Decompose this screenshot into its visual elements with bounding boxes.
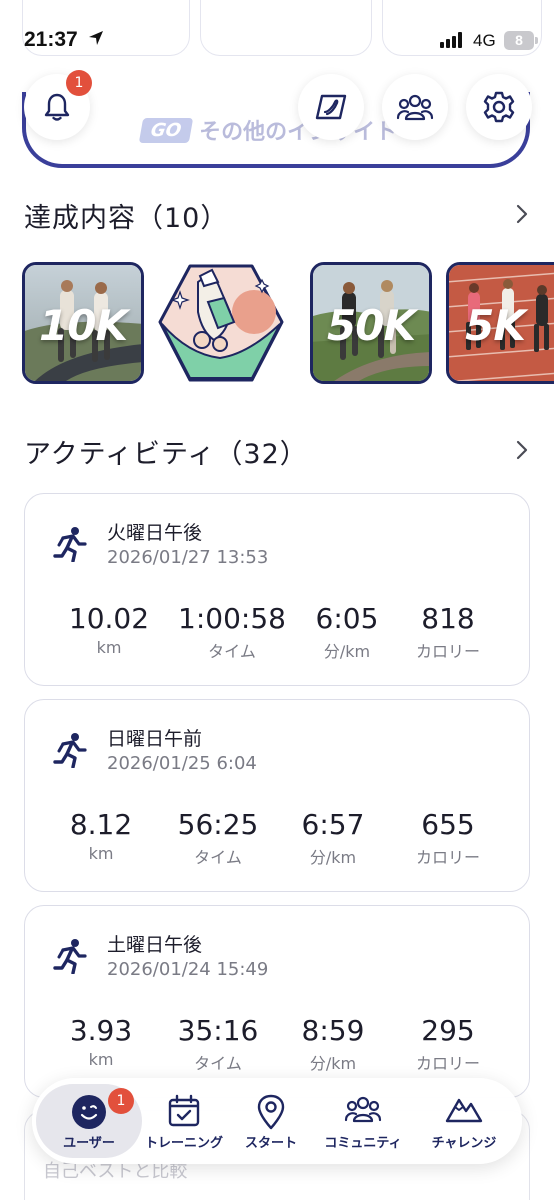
metric-value: 818 xyxy=(421,602,475,635)
metric-unit: 分/km xyxy=(309,848,357,867)
achievement-10k[interactable]: 10K xyxy=(22,262,144,384)
metric-calories: 295 カロリー xyxy=(388,1014,508,1074)
activity-day: 火曜日午後 xyxy=(107,522,203,544)
activity-card[interactable]: 土曜日午後 2026/01/24 15:49 3.93 km 35:16 タイム… xyxy=(24,905,530,1098)
metric-distance: 8.12 km xyxy=(41,808,161,863)
running-icon xyxy=(53,939,87,974)
activity-card[interactable]: 火曜日午後 2026/01/27 13:53 10.02 km 1:00:58 … xyxy=(24,493,530,686)
running-icon xyxy=(53,527,87,562)
user-face-icon xyxy=(72,1095,106,1129)
metric-unit: タイム xyxy=(194,848,242,867)
metric-pace: 8:59 分/km xyxy=(273,1014,393,1074)
battery-tip xyxy=(535,37,538,44)
metric-value: 295 xyxy=(421,1014,475,1047)
notifications-button[interactable]: 1 xyxy=(24,70,92,140)
metric-distance: 3.93 km xyxy=(41,1014,161,1069)
signal-icon xyxy=(440,32,462,48)
tab-label: コミュニティ xyxy=(324,1136,402,1151)
metric-unit: カロリー xyxy=(415,1054,480,1073)
achievement-50k[interactable]: 50K xyxy=(310,262,432,384)
gear-icon xyxy=(483,91,515,123)
achievements-title: 達成内容 xyxy=(24,203,136,234)
activity-header[interactable]: アクティビティ（32） xyxy=(24,432,308,471)
group-icon xyxy=(396,94,434,121)
tab-start[interactable]: スタート xyxy=(232,1078,310,1164)
achievements-count: （10） xyxy=(136,203,229,234)
tab-label: スタート xyxy=(244,1136,297,1151)
activity-day: 土曜日午後 xyxy=(107,934,203,956)
metric-value: 35:16 xyxy=(177,1014,259,1047)
activity-datetime: 2026/01/24 15:49 xyxy=(107,959,269,980)
metric-calories: 655 カロリー xyxy=(388,808,508,868)
metric-calories: 818 カロリー xyxy=(388,602,508,662)
achievement-50k-label: 50K xyxy=(327,301,416,350)
bell-icon xyxy=(44,93,70,121)
status-time: 21:37 xyxy=(24,28,78,51)
achievements-header[interactable]: 達成内容（10） xyxy=(24,196,228,235)
location-arrow-icon xyxy=(89,31,103,45)
metric-unit: カロリー xyxy=(415,642,480,661)
battery-icon: 8 xyxy=(504,31,534,50)
achievement-illustration[interactable] xyxy=(158,262,284,384)
mountain-icon xyxy=(445,1098,483,1123)
community-icon xyxy=(344,1096,382,1123)
settings-button[interactable] xyxy=(466,74,532,140)
metric-value: 56:25 xyxy=(177,808,259,841)
activity-datetime: 2026/01/27 13:53 xyxy=(107,547,269,568)
metric-distance: 10.02 km xyxy=(49,602,169,657)
metric-unit: km xyxy=(96,638,122,657)
activity-title: アクティビティ xyxy=(24,439,216,470)
tab-community[interactable]: コミュニティ xyxy=(312,1078,414,1164)
asics-logo-button[interactable] xyxy=(298,74,364,140)
metric-unit: タイム xyxy=(194,1054,242,1073)
tab-label: チャレンジ xyxy=(431,1136,497,1151)
metric-value: 8:59 xyxy=(301,1014,365,1047)
network-type: 4G xyxy=(473,31,496,50)
friends-button[interactable] xyxy=(382,74,448,140)
metric-value: 10.02 xyxy=(68,602,150,635)
go-badge: GO xyxy=(138,117,194,143)
metric-value: 6:57 xyxy=(301,808,365,841)
achievement-5k-label: 5K xyxy=(465,301,526,350)
activity-card[interactable]: 日曜日午前 2026/01/25 6:04 8.12 km 56:25 タイム … xyxy=(24,699,530,892)
metric-unit: 分/km xyxy=(309,1054,357,1073)
bottom-tab-bar: 1 ユーザー トレーニング スタート コミュニティ チャレンジ xyxy=(32,1078,522,1164)
runner-illustration-badge xyxy=(158,264,284,382)
metric-unit: km xyxy=(88,1050,114,1069)
metric-value: 3.93 xyxy=(69,1014,133,1047)
more-insights-button[interactable]: GO その他のインサイト xyxy=(22,92,530,168)
metric-time: 35:16 タイム xyxy=(158,1014,278,1074)
status-bar: 21:37 4G 8 xyxy=(0,0,554,60)
achievement-5k[interactable]: 5K xyxy=(446,262,554,384)
metric-value: 1:00:58 xyxy=(178,602,286,635)
asics-logo-icon xyxy=(315,94,347,120)
metric-time: 1:00:58 タイム xyxy=(172,602,292,662)
activity-count: （32） xyxy=(215,439,308,470)
chevron-right-icon[interactable] xyxy=(513,202,531,226)
metric-value: 8.12 xyxy=(69,808,133,841)
metric-time: 56:25 タイム xyxy=(158,808,278,868)
more-insights-label: その他のインサイト xyxy=(199,120,398,145)
tab-training[interactable]: トレーニング xyxy=(136,1078,232,1164)
metric-pace: 6:57 分/km xyxy=(273,808,393,868)
calendar-icon xyxy=(168,1094,200,1127)
tab-label: トレーニング xyxy=(144,1136,223,1151)
metric-value: 655 xyxy=(421,808,475,841)
metric-unit: km xyxy=(88,844,114,863)
user-tab-badge: 1 xyxy=(108,1088,134,1114)
chevron-right-icon[interactable] xyxy=(513,438,531,462)
metric-unit: タイム xyxy=(208,642,256,661)
activity-day: 日曜日午前 xyxy=(107,728,203,750)
activity-datetime: 2026/01/25 6:04 xyxy=(107,753,257,774)
metric-unit: カロリー xyxy=(415,848,480,867)
tab-user[interactable]: 1 ユーザー xyxy=(36,1078,142,1164)
running-icon xyxy=(53,733,87,768)
notification-badge: 1 xyxy=(66,70,92,96)
achievement-10k-label: 10K xyxy=(39,301,128,350)
tab-label: ユーザー xyxy=(63,1136,115,1151)
tab-challenge[interactable]: チャレンジ xyxy=(414,1078,514,1164)
location-pin-icon xyxy=(257,1094,285,1130)
